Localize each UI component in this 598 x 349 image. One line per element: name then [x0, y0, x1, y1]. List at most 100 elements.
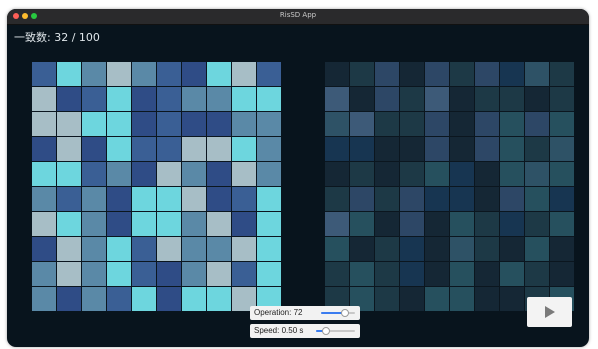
- grid-cell: [82, 237, 106, 261]
- grid-cell: [325, 112, 349, 136]
- grid-cell: [450, 87, 474, 111]
- grid-cell: [475, 212, 499, 236]
- grid-cell: [207, 137, 231, 161]
- grid-cell: [57, 237, 81, 261]
- grid-cell: [207, 112, 231, 136]
- grid-cell: [450, 262, 474, 286]
- grid-cell: [375, 112, 399, 136]
- title-bar: RisSD App: [7, 9, 589, 25]
- grid-cell: [257, 187, 281, 211]
- operation-slider-knob[interactable]: [341, 309, 350, 317]
- grid-cell: [232, 237, 256, 261]
- grid-cell: [132, 112, 156, 136]
- grid-cell: [157, 212, 181, 236]
- grid-cell: [525, 112, 549, 136]
- grid-cell: [450, 187, 474, 211]
- grid-cell: [450, 212, 474, 236]
- grid-cell: [450, 62, 474, 86]
- grid-cell: [232, 137, 256, 161]
- grid-cell: [325, 62, 349, 86]
- grid-cell: [375, 262, 399, 286]
- grid-cell: [107, 87, 131, 111]
- window-title: RisSD App: [279, 11, 317, 19]
- grid-cell: [57, 112, 81, 136]
- grid-cell: [107, 62, 131, 86]
- grid-cell: [157, 137, 181, 161]
- grid-cell: [525, 162, 549, 186]
- grid-cell: [550, 162, 574, 186]
- play-button[interactable]: [527, 297, 572, 327]
- grid-cell: [32, 162, 56, 186]
- grid-cell: [350, 62, 374, 86]
- speed-slider[interactable]: [316, 327, 355, 335]
- speed-label: Speed: 0.50 s: [254, 326, 304, 335]
- grid-cell: [257, 137, 281, 161]
- target-grid: [32, 62, 281, 311]
- grid-cell: [550, 87, 574, 111]
- grid-cell: [475, 262, 499, 286]
- grid-cell: [425, 212, 449, 236]
- grid-cell: [375, 287, 399, 311]
- grid-cell: [232, 112, 256, 136]
- grid-cell: [57, 162, 81, 186]
- grid-cell: [107, 287, 131, 311]
- grid-cell: [32, 237, 56, 261]
- grid-cell: [107, 212, 131, 236]
- grid-cell: [525, 212, 549, 236]
- grid-cell: [350, 137, 374, 161]
- grid-cell: [107, 262, 131, 286]
- grid-cell: [32, 262, 56, 286]
- grid-cell: [500, 212, 524, 236]
- grid-cell: [132, 212, 156, 236]
- grid-cell: [182, 137, 206, 161]
- grid-cell: [475, 187, 499, 211]
- grid-cell: [550, 112, 574, 136]
- grid-cell: [350, 237, 374, 261]
- grid-cell: [325, 212, 349, 236]
- grid-cell: [257, 87, 281, 111]
- grid-cell: [57, 187, 81, 211]
- grid-cell: [257, 162, 281, 186]
- grid-cell: [550, 212, 574, 236]
- operation-slider[interactable]: [321, 309, 355, 317]
- grid-cell: [232, 162, 256, 186]
- grid-cell: [450, 162, 474, 186]
- grid-cell: [257, 112, 281, 136]
- grid-cell: [425, 262, 449, 286]
- grid-cell: [82, 87, 106, 111]
- grid-cell: [500, 162, 524, 186]
- grid-cell: [425, 162, 449, 186]
- grid-cell: [400, 262, 424, 286]
- grid-cell: [207, 87, 231, 111]
- grid-cell: [425, 137, 449, 161]
- grid-cell: [350, 87, 374, 111]
- grid-cell: [325, 137, 349, 161]
- grid-cell: [350, 162, 374, 186]
- grid-cell: [32, 87, 56, 111]
- grid-cell: [475, 237, 499, 261]
- speed-slider-knob[interactable]: [321, 327, 330, 335]
- grid-cell: [475, 62, 499, 86]
- grid-cell: [57, 137, 81, 161]
- grid-cell: [500, 187, 524, 211]
- grid-cell: [82, 287, 106, 311]
- grid-cell: [525, 237, 549, 261]
- grid-cell: [500, 62, 524, 86]
- grid-cell: [182, 162, 206, 186]
- grid-cell: [57, 262, 81, 286]
- grid-cell: [157, 262, 181, 286]
- grid-cell: [32, 62, 56, 86]
- grid-cell: [500, 87, 524, 111]
- grid-cell: [257, 212, 281, 236]
- grid-cell: [475, 162, 499, 186]
- grid-cell: [375, 212, 399, 236]
- grid-cell: [400, 212, 424, 236]
- grid-cell: [182, 187, 206, 211]
- grid-cell: [232, 187, 256, 211]
- grid-cell: [500, 287, 524, 311]
- grid-cell: [475, 112, 499, 136]
- grid-cell: [157, 87, 181, 111]
- grid-cell: [350, 112, 374, 136]
- grid-cell: [132, 162, 156, 186]
- grid-cell: [132, 62, 156, 86]
